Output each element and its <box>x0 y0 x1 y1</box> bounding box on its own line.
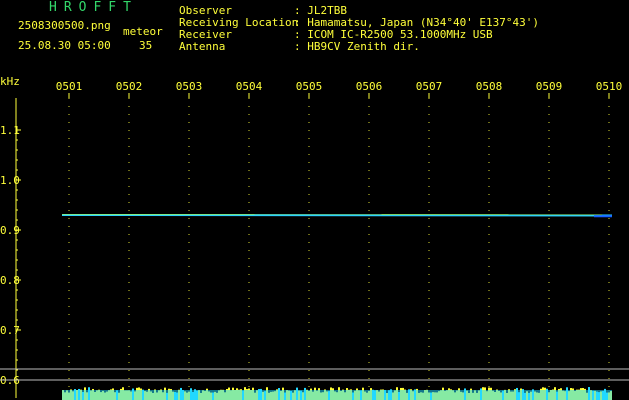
x-tick-label: 0510 <box>596 80 623 93</box>
x-tick-label: 0505 <box>296 80 323 93</box>
datetime-label: 25.08.30 05:00 <box>18 39 111 52</box>
y-tick-label: 0.7 <box>0 324 20 337</box>
spectrogram-plot: kHz1.11.00.90.80.70.60501 0502 0503 0504 050… <box>0 75 629 400</box>
meteor-label: meteor <box>123 25 163 38</box>
y-axis-label: kHz <box>0 75 20 88</box>
filename-label: 2508300500.png <box>18 19 111 32</box>
x-tick-label: 0508 <box>476 80 503 93</box>
meteor-count: 35 <box>139 39 153 52</box>
noise-band-base <box>62 390 612 400</box>
x-tick-label: 0509 <box>536 80 563 93</box>
y-tick-label: 1.0 <box>0 174 20 187</box>
y-tick-label: 0.9 <box>0 224 20 237</box>
x-tick-label: 0507 <box>416 80 443 93</box>
x-tick-label: 0503 <box>176 80 203 93</box>
echo-trace <box>61 214 613 217</box>
field-antenna-label: Antenna <box>179 40 226 53</box>
app-logo: HROFFT <box>49 0 138 15</box>
x-tick-label: 0501 <box>56 80 83 93</box>
x-tick-label: 0504 <box>236 80 263 93</box>
y-tick-label: 1.1 <box>0 124 20 137</box>
field-antenna-value: : HB9CV Zenith dir. <box>294 40 420 53</box>
y-tick-label: 0.8 <box>0 274 20 287</box>
x-tick-label: 0502 <box>116 80 143 93</box>
x-tick-label: 0506 <box>356 80 383 93</box>
